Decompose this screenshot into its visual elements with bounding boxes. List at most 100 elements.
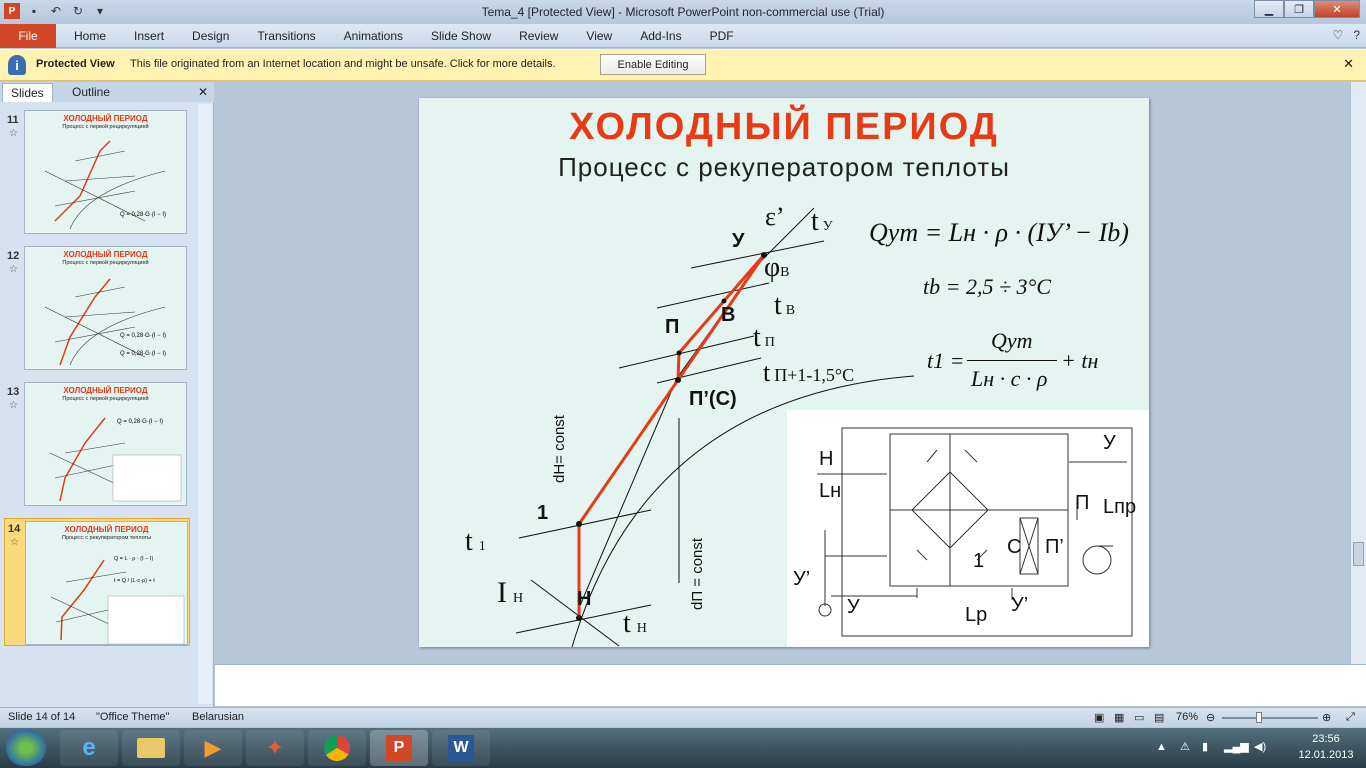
chrome-icon[interactable] [308,730,366,766]
scheme-label-y-bottom: У [847,596,860,618]
slide-number: 13 [7,386,20,398]
signal-icon[interactable]: ▂▄▆ [1224,740,1249,753]
window-controls: ▁ ❐ ✕ [1254,0,1360,18]
animation-star-icon: ☆ [10,537,19,548]
tab-home[interactable]: Home [60,29,120,43]
tab-outline[interactable]: Outline [64,83,118,102]
restore-button[interactable]: ❐ [1284,0,1314,18]
scheme-label-p: П [1075,492,1090,514]
media-player-icon[interactable]: ▶ [184,730,242,766]
clock-time[interactable]: 23:56 [1296,733,1356,745]
tab-insert[interactable]: Insert [120,29,178,43]
d-h-const-label: dН= const [551,415,568,483]
svg-text:t = Q / (L·c·ρ) + t: t = Q / (L·c·ρ) + t [114,578,155,584]
scheme-label-1: 1 [973,550,985,572]
slide-number: 14 [8,523,21,535]
window-title: Tema_4 [Protected View] - Microsoft Powe… [481,5,885,19]
animation-star-icon: ☆ [9,400,18,411]
svg-text:Q = 0,28·G·(I − I): Q = 0,28·G·(I − I) [120,333,166,339]
tab-animations[interactable]: Animations [330,29,417,43]
zoom-slider[interactable] [1222,717,1318,719]
point-b-label: В [721,304,736,326]
main-slide[interactable]: ХОЛОДНЫЙ ПЕРИОД Процесс с рекуператором … [419,98,1149,647]
tray-app-icon[interactable]: ⚠ [1180,740,1190,753]
slide-show-icon[interactable]: ▤ [1154,711,1164,724]
t-y-label: tУ [811,206,833,237]
minimize-button[interactable]: ▁ [1254,0,1284,18]
svg-text:Q = 0,28·G·(I − I): Q = 0,28·G·(I − I) [117,419,163,425]
t-1-label: t1 [465,526,486,557]
scheme-label-lpr: Lпр [1103,496,1137,518]
slide-thumbnail-13[interactable]: 13 ☆ ХОЛОДНЫЙ ПЕРИОД Процесс с первой ре… [4,382,190,510]
scheme-label-y3: У’ [1011,594,1029,616]
title-bar: P ▪ ↶ ↻ ▾ Tema_4 [Protected View] - Micr… [0,0,1366,24]
powerpoint-taskbar-icon[interactable]: P [370,730,428,766]
tab-view[interactable]: View [572,29,626,43]
normal-view-icon[interactable]: ▣ [1094,711,1104,724]
slide-scrollbar[interactable] [1350,82,1366,664]
volume-icon[interactable]: ◀) [1254,740,1266,753]
scheme-label-lp: Lр [965,604,988,626]
tab-add-ins[interactable]: Add-Ins [626,29,695,43]
scrollbar-thumb[interactable] [1353,542,1364,566]
close-pane-icon[interactable]: ✕ [198,85,208,99]
formula-t1-left: t1 = [927,348,965,373]
point-y-label: У [732,230,745,252]
slide-thumbnail-14[interactable]: 14 ☆ ХОЛОДНЫЙ ПЕРИОД Процесс с рекуперат… [4,518,190,646]
t-p-plus-label: t П+1-1,5°С [763,358,855,387]
tab-slides[interactable]: Slides [2,83,53,102]
point-1-label: 1 [537,502,549,524]
thumbnail-preview: ХОЛОДНЫЙ ПЕРИОД Процесс с первой рецирку… [24,110,187,234]
zoom-level[interactable]: 76% [1176,711,1198,723]
t-h-label: tН [623,608,647,639]
t-b-label: tВ [774,290,796,321]
enable-editing-button[interactable]: Enable Editing [600,54,706,75]
tab-transitions[interactable]: Transitions [243,29,329,43]
thumbnails-scrollbar[interactable] [198,104,212,704]
scheme-label-y-top: У [1103,432,1116,454]
tab-slide-show[interactable]: Slide Show [417,29,505,43]
zoom-in-icon[interactable]: ⊕ [1322,711,1331,724]
protected-view-title: Protected View [36,58,115,70]
start-button[interactable] [6,730,46,766]
language[interactable]: Belarusian [192,711,244,723]
slide-thumbnail-11[interactable]: 11 ☆ ХОЛОДНЫЙ ПЕРИОД Процесс с первой ре… [4,110,190,238]
svg-text:Q = L · ρ · (I − I): Q = L · ρ · (I − I) [114,556,153,562]
zoom-slider-thumb[interactable] [1256,712,1262,723]
tab-pdf[interactable]: PDF [696,29,748,43]
reading-view-icon[interactable]: ▭ [1134,711,1144,724]
file-tab[interactable]: File [0,24,56,48]
thumbnail-chart-graphic: Q = 0,28·G·(I − I) Q = 0,28·G·(I − I) [44,278,166,366]
tab-review[interactable]: Review [505,29,572,43]
file-explorer-icon[interactable] [122,730,180,766]
close-button[interactable]: ✕ [1314,0,1360,18]
d-p-const-label: dП = const [689,537,706,610]
notes-pane[interactable] [215,664,1366,706]
network-icon[interactable]: ▮ [1202,740,1208,753]
thumbnail-preview: ХОЛОДНЫЙ ПЕРИОД Процесс с рекуператором … [25,521,188,645]
minimize-ribbon-icon[interactable]: ♡ [1333,28,1344,42]
show-hidden-icons[interactable]: ▲ [1156,741,1167,753]
i-h-label: IН [497,576,524,609]
t-p-label: tП [753,322,775,353]
tab-design[interactable]: Design [178,29,243,43]
scheme-label-p2: П’ [1045,536,1064,558]
clock-date[interactable]: 12.01.2013 [1286,749,1366,761]
word-taskbar-icon[interactable]: W [432,730,490,766]
fit-to-window-icon[interactable]: ⤢ [1346,711,1355,724]
slide-thumbnail-12[interactable]: 12 ☆ ХОЛОДНЫЙ ПЕРИОД Процесс с первой ре… [4,246,190,374]
slide-counter: Slide 14 of 14 [8,711,76,723]
zoom-out-icon[interactable]: ⊖ [1206,711,1215,724]
phi-b-label: φВ [764,252,790,283]
internet-explorer-icon[interactable]: e [60,730,118,766]
app-icon[interactable]: ✦ [246,730,304,766]
slide-number: 11 [7,114,19,126]
help-icon[interactable]: ? [1353,28,1360,42]
protected-view-message[interactable]: This file originated from an Internet lo… [130,58,556,70]
slide-sorter-icon[interactable]: ▦ [1114,711,1124,724]
scheme-label-lh: Lн [819,480,842,502]
close-icon[interactable]: ✕ [1343,56,1354,72]
slide-number: 12 [7,250,20,262]
theme-name[interactable]: "Office Theme" [96,711,169,723]
thumbnail-preview: ХОЛОДНЫЙ ПЕРИОД Процесс с первой рецирку… [24,246,187,370]
